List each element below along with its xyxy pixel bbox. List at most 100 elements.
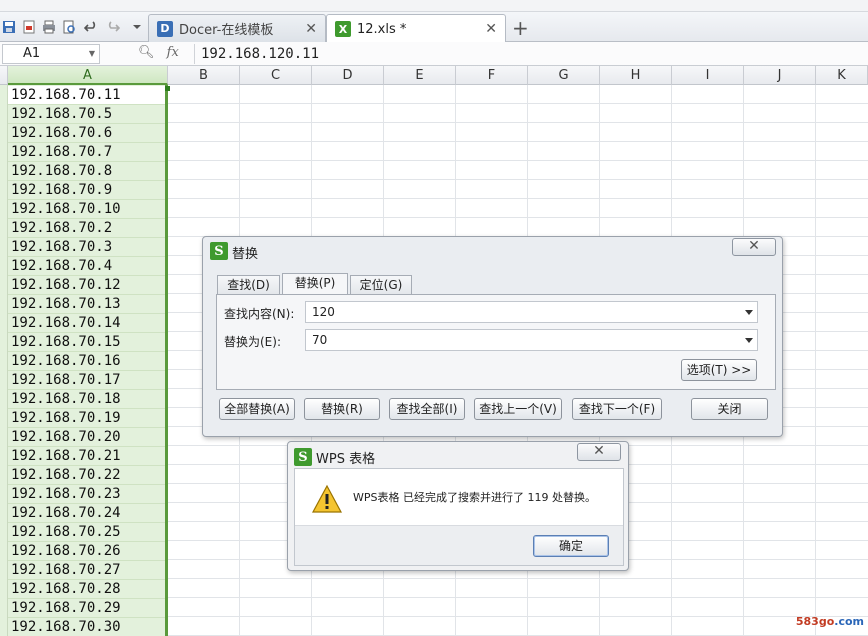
cell-a15[interactable]: 192.168.70.16 bbox=[8, 352, 165, 371]
cell-a3[interactable]: 192.168.70.6 bbox=[8, 124, 165, 143]
cell-a4[interactable]: 192.168.70.7 bbox=[8, 143, 165, 162]
tab-find[interactable]: 查找(D) bbox=[217, 275, 280, 295]
tab-docer-templates[interactable]: D Docer-在线模板 ✕ bbox=[148, 14, 326, 42]
message-box-footer: 确定 bbox=[295, 525, 623, 565]
close-tab-icon[interactable]: ✕ bbox=[305, 21, 317, 37]
replace-value: 70 bbox=[312, 333, 328, 347]
message-box-title: WPS 表格 bbox=[316, 452, 376, 467]
replace-dialog-title: 替换 bbox=[232, 247, 259, 262]
cell-a24[interactable]: 192.168.70.25 bbox=[8, 523, 165, 542]
cell-a9[interactable]: 192.168.70.3 bbox=[8, 238, 165, 257]
message-box-body: WPS表格 已经完成了搜索并进行了 119 处替换。 确定 bbox=[294, 468, 624, 566]
replace-input[interactable]: 70 bbox=[305, 329, 758, 351]
replace-all-button[interactable]: 全部替换(A) bbox=[219, 398, 295, 420]
cell-a12[interactable]: 192.168.70.13 bbox=[8, 295, 165, 314]
column-header-j[interactable]: J bbox=[744, 66, 816, 85]
cell-a17[interactable]: 192.168.70.18 bbox=[8, 390, 165, 409]
column-header-a[interactable]: A bbox=[8, 66, 168, 85]
cell-a13[interactable]: 192.168.70.14 bbox=[8, 314, 165, 333]
save-icon[interactable] bbox=[2, 20, 16, 34]
ok-button[interactable]: 确定 bbox=[533, 535, 609, 557]
cell-a5[interactable]: 192.168.70.8 bbox=[8, 162, 165, 181]
find-all-button[interactable]: 查找全部(I) bbox=[389, 398, 465, 420]
function-fx-icon[interactable]: fx bbox=[167, 45, 179, 60]
name-box-dropdown-icon[interactable]: ▼ bbox=[89, 45, 95, 63]
formula-bar: A1 ▼ 🔍︎ fx 192.168.120.11 bbox=[0, 42, 868, 66]
replace-dropdown-icon[interactable] bbox=[745, 338, 753, 343]
column-header-c[interactable]: C bbox=[240, 66, 312, 85]
column-header-e[interactable]: E bbox=[384, 66, 456, 85]
tab-bar: D Docer-在线模板 ✕ X 12.xls * ✕ + bbox=[0, 12, 868, 43]
cell-a2[interactable]: 192.168.70.5 bbox=[8, 105, 165, 124]
column-header-k[interactable]: K bbox=[816, 66, 868, 85]
cell-a19[interactable]: 192.168.70.20 bbox=[8, 428, 165, 447]
replace-button[interactable]: 替换(R) bbox=[304, 398, 380, 420]
tab-goto[interactable]: 定位(G) bbox=[350, 275, 412, 295]
options-button[interactable]: 选项(T) >> bbox=[681, 359, 757, 381]
find-dropdown-icon[interactable] bbox=[745, 310, 753, 315]
cell-reference: A1 bbox=[23, 46, 41, 61]
select-all-corner[interactable] bbox=[0, 66, 8, 85]
column-header-i[interactable]: I bbox=[672, 66, 744, 85]
cell-a28[interactable]: 192.168.70.29 bbox=[8, 599, 165, 618]
cell-a7[interactable]: 192.168.70.10 bbox=[8, 200, 165, 219]
cell-a1[interactable]: 192.168.70.11 bbox=[8, 86, 165, 105]
cell-a23[interactable]: 192.168.70.24 bbox=[8, 504, 165, 523]
tab-replace[interactable]: 替换(P) bbox=[282, 273, 348, 295]
cell-a25[interactable]: 192.168.70.26 bbox=[8, 542, 165, 561]
docer-logo-icon: D bbox=[157, 20, 173, 37]
column-header-b[interactable]: B bbox=[168, 66, 240, 85]
print-preview-icon[interactable] bbox=[62, 20, 76, 34]
find-next-button[interactable]: 查找下一个(F) bbox=[572, 398, 662, 420]
close-button[interactable]: 关闭 bbox=[691, 398, 768, 420]
warning-icon bbox=[311, 484, 343, 514]
cell-a29[interactable]: 192.168.70.30 bbox=[8, 618, 165, 636]
undo-icon[interactable] bbox=[84, 20, 98, 34]
cell-a27[interactable]: 192.168.70.28 bbox=[8, 580, 165, 599]
column-header-f[interactable]: F bbox=[456, 66, 528, 85]
message-box: S WPS 表格 ✕ WPS表格 已经完成了搜索并进行了 119 处替换。 确定 bbox=[287, 441, 629, 571]
find-input[interactable]: 120 bbox=[305, 301, 758, 323]
cell-a16[interactable]: 192.168.70.17 bbox=[8, 371, 165, 390]
close-tab-icon[interactable]: ✕ bbox=[485, 21, 497, 37]
wps-sheets-logo-icon: S bbox=[210, 242, 228, 260]
cell-a21[interactable]: 192.168.70.22 bbox=[8, 466, 165, 485]
column-header-d[interactable]: D bbox=[312, 66, 384, 85]
spreadsheet-file-icon: X bbox=[335, 21, 351, 37]
export-pdf-icon[interactable] bbox=[22, 20, 36, 34]
fill-handle[interactable] bbox=[165, 86, 170, 91]
message-text: WPS表格 已经完成了搜索并进行了 119 处替换。 bbox=[353, 491, 596, 504]
replace-dialog-close-button[interactable]: ✕ bbox=[732, 238, 776, 256]
new-tab-plus-icon[interactable]: + bbox=[512, 16, 529, 40]
zoom-search-icon[interactable]: 🔍︎ bbox=[138, 45, 155, 60]
row-header-gutter[interactable] bbox=[0, 85, 8, 636]
column-header-g[interactable]: G bbox=[528, 66, 600, 85]
window-top-strip bbox=[0, 0, 868, 12]
cell-a20[interactable]: 192.168.70.21 bbox=[8, 447, 165, 466]
cell-a6[interactable]: 192.168.70.9 bbox=[8, 181, 165, 200]
cell-a8[interactable]: 192.168.70.2 bbox=[8, 219, 165, 238]
redo-icon[interactable] bbox=[106, 20, 120, 34]
tab-label: Docer-在线模板 bbox=[179, 23, 274, 38]
find-previous-button[interactable]: 查找上一个(V) bbox=[474, 398, 562, 420]
find-value: 120 bbox=[312, 305, 335, 319]
formula-input[interactable]: 192.168.120.11 bbox=[194, 44, 868, 64]
tab-label: 12.xls * bbox=[357, 21, 407, 37]
replace-label: 替换为(E): bbox=[224, 335, 281, 349]
cell-a22[interactable]: 192.168.70.23 bbox=[8, 485, 165, 504]
column-header-h[interactable]: H bbox=[600, 66, 672, 85]
cell-a14[interactable]: 192.168.70.15 bbox=[8, 333, 165, 352]
site-watermark: 583go.com bbox=[795, 615, 864, 628]
cell-a26[interactable]: 192.168.70.27 bbox=[8, 561, 165, 580]
cell-a11[interactable]: 192.168.70.12 bbox=[8, 276, 165, 295]
tab-12-xls[interactable]: X 12.xls * ✕ bbox=[326, 14, 506, 43]
message-box-close-button[interactable]: ✕ bbox=[577, 443, 621, 461]
find-label: 查找内容(N): bbox=[224, 307, 295, 321]
cell-a18[interactable]: 192.168.70.19 bbox=[8, 409, 165, 428]
wps-sheets-logo-icon: S bbox=[294, 448, 312, 466]
print-icon[interactable] bbox=[42, 20, 56, 34]
customize-toolbar-icon[interactable] bbox=[130, 20, 144, 34]
name-box[interactable]: A1 ▼ bbox=[2, 44, 100, 64]
replace-dialog-titlebar[interactable]: S 替换 ✕ bbox=[203, 237, 782, 263]
cell-a10[interactable]: 192.168.70.4 bbox=[8, 257, 165, 276]
